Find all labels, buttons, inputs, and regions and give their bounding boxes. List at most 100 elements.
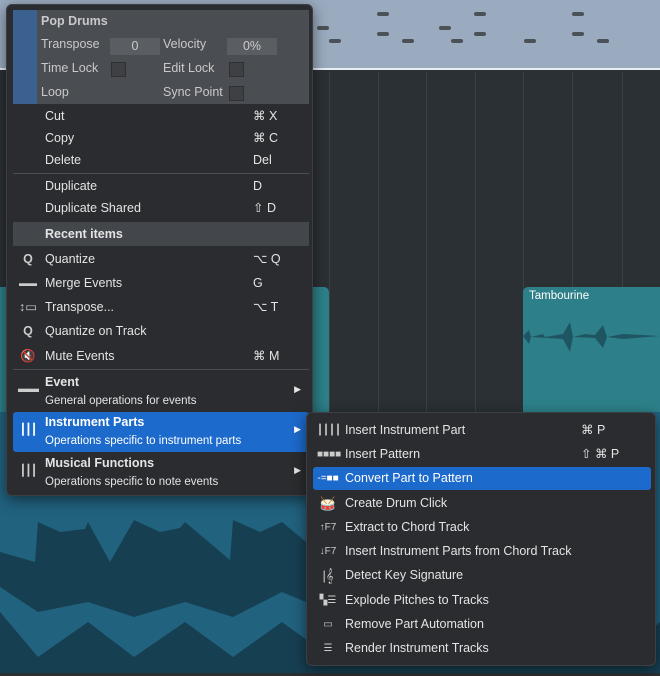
menu-item-quantize[interactable]: Q Quantize ⌥ Q xyxy=(13,248,309,270)
menu-item-duplicate[interactable]: Duplicate D xyxy=(13,175,309,197)
item-label: Duplicate Shared xyxy=(45,201,141,215)
submenu-item-convert-part-to-pattern[interactable]: -=■■ Convert Part to Pattern xyxy=(313,467,651,490)
chevron-right-icon: ▶ xyxy=(294,384,301,394)
transpose-field[interactable]: 0 xyxy=(110,38,160,55)
event-inspector-header: Pop Drums Transpose 0 Velocity 0% Time L… xyxy=(13,10,309,104)
item-shortcut: ⌘ P xyxy=(581,423,606,437)
context-menu: Pop Drums Transpose 0 Velocity 0% Time L… xyxy=(6,4,313,496)
mute-icon: 🔇 xyxy=(20,349,36,363)
musical-functions-icon: ┃┃┃ xyxy=(19,465,38,477)
quantize-icon: Q xyxy=(23,252,33,266)
item-label: Copy xyxy=(45,131,75,145)
item-shortcut: ⌥ Q xyxy=(253,252,281,266)
separator xyxy=(13,173,309,174)
submenu-item-detect-key-signature[interactable]: |𝄞 Detect Key Signature xyxy=(313,564,651,587)
recent-items-header: Recent items xyxy=(13,222,309,246)
item-label: Remove Part Automation xyxy=(345,617,484,631)
event-name: Pop Drums xyxy=(41,14,108,28)
group-subtitle: General operations for events xyxy=(45,395,197,407)
item-shortcut: G xyxy=(253,276,263,290)
instrument-parts-submenu: ┃┃┃┃ Insert Instrument Part ⌘ P ■■■■ Insert… xyxy=(306,412,656,666)
group-title: Instrument Parts xyxy=(45,415,145,429)
menu-item-merge-events[interactable]: ▬▬ Merge Events G xyxy=(13,272,309,294)
sync-point-checkbox[interactable] xyxy=(229,86,244,101)
velocity-label: Velocity xyxy=(163,37,207,51)
menu-group-event[interactable]: ▬▬ Event General operations for events ▶ xyxy=(13,372,309,412)
menu-item-quantize-on-track[interactable]: Q Quantize on Track xyxy=(13,320,309,342)
item-label: Insert Instrument Part xyxy=(345,423,466,437)
menu-item-cut[interactable]: Cut ⌘ X xyxy=(13,105,309,127)
item-label: Quantize on Track xyxy=(45,324,147,338)
item-label: Delete xyxy=(45,153,82,167)
convert-pattern-icon: -=■■ xyxy=(317,473,339,484)
menu-item-duplicate-shared[interactable]: Duplicate Shared ⇧ D xyxy=(13,197,309,219)
item-shortcut: Del xyxy=(253,153,272,167)
edit-lock-checkbox[interactable] xyxy=(229,62,244,77)
explode-icon: ▚☰ xyxy=(319,595,337,606)
menu-group-musical-functions[interactable]: ┃┃┃ Musical Functions Operations specific … xyxy=(13,453,309,493)
item-label: Quantize xyxy=(45,252,96,266)
submenu-item-render-instrument-tracks[interactable]: ☰ Render Instrument Tracks xyxy=(313,637,651,660)
item-label: Render Instrument Tracks xyxy=(345,641,489,655)
item-shortcut: ⇧ ⌘ P xyxy=(581,447,620,461)
chord-insert-icon: ↓F7 xyxy=(319,546,337,557)
submenu-item-explode-pitches[interactable]: ▚☰ Explode Pitches to Tracks xyxy=(313,589,651,612)
item-label: Extract to Chord Track xyxy=(345,520,470,534)
submenu-item-insert-pattern[interactable]: ■■■■ Insert Pattern ⇧ ⌘ P xyxy=(313,443,651,466)
menu-item-delete[interactable]: Delete Del xyxy=(13,149,309,171)
submenu-item-insert-from-chord-track[interactable]: ↓F7 Insert Instrument Parts from Chord Tr… xyxy=(313,540,651,563)
group-title: Event xyxy=(45,375,80,389)
event-title: Tambourine xyxy=(529,290,590,302)
item-shortcut: ⌘ X xyxy=(253,109,278,123)
item-shortcut: ⌘ C xyxy=(253,131,278,145)
time-lock-label: Time Lock xyxy=(41,61,99,75)
item-shortcut: ⌥ T xyxy=(253,300,279,314)
menu-group-instrument-parts[interactable]: ┃┃┃ Instrument Parts Operations specific t… xyxy=(13,412,309,452)
item-label: Convert Part to Pattern xyxy=(345,471,473,485)
item-label: Detect Key Signature xyxy=(345,568,464,582)
separator xyxy=(13,369,309,370)
item-label: Create Drum Click xyxy=(345,496,448,510)
tambourine-event[interactable]: Tambourine xyxy=(523,287,660,412)
submenu-item-extract-to-chord-track[interactable]: ↑F7 Extract to Chord Track xyxy=(313,516,651,539)
submenu-item-remove-part-automation[interactable]: ▭ Remove Part Automation xyxy=(313,613,651,636)
merge-icon: ▬▬ xyxy=(19,278,37,288)
submenu-item-create-drum-click[interactable]: 🥁 Create Drum Click xyxy=(313,492,651,515)
quantize-icon: Q xyxy=(23,324,33,338)
edit-lock-label: Edit Lock xyxy=(163,61,215,75)
keyboard-icon: ┃┃┃┃ xyxy=(317,425,342,436)
chord-extract-icon: ↑F7 xyxy=(319,522,337,533)
velocity-field[interactable]: 0% xyxy=(227,38,277,55)
render-icon: ☰ xyxy=(323,643,333,654)
item-label: Explode Pitches to Tracks xyxy=(345,593,489,607)
menu-item-transpose[interactable]: ↕▭ Transpose... ⌥ T xyxy=(13,296,309,318)
transpose-icon: ↕▭ xyxy=(18,300,38,314)
item-shortcut: D xyxy=(253,179,263,193)
event-icon: ▬▬ xyxy=(18,383,39,395)
pattern-icon: ■■■■ xyxy=(317,449,342,460)
item-label: Transpose... xyxy=(45,300,115,314)
transpose-label: Transpose xyxy=(41,37,100,51)
item-label: Mute Events xyxy=(45,349,115,363)
instrument-parts-icon: ┃┃┃ xyxy=(19,424,38,436)
item-label: Insert Pattern xyxy=(345,447,421,461)
chevron-right-icon: ▶ xyxy=(294,424,301,434)
menu-item-copy[interactable]: Copy ⌘ C xyxy=(13,127,309,149)
menu-item-mute-events[interactable]: 🔇 Mute Events ⌘ M xyxy=(13,345,309,367)
submenu-item-insert-instrument-part[interactable]: ┃┃┃┃ Insert Instrument Part ⌘ P xyxy=(313,419,651,442)
chevron-right-icon: ▶ xyxy=(294,465,301,475)
item-label: Insert Instrument Parts from Chord Track xyxy=(345,544,572,558)
tambourine-waveform xyxy=(523,322,660,352)
group-title: Musical Functions xyxy=(45,456,155,470)
item-shortcut: ⌘ M xyxy=(253,349,280,363)
item-label: Cut xyxy=(45,109,65,123)
sync-point-label: Sync Point xyxy=(163,85,223,99)
loop-label: Loop xyxy=(41,85,69,99)
item-label: Duplicate xyxy=(45,179,98,193)
drum-icon: 🥁 xyxy=(319,496,337,511)
automation-icon: ▭ xyxy=(323,619,333,630)
group-subtitle: Operations specific to note events xyxy=(45,476,219,488)
time-lock-checkbox[interactable] xyxy=(111,62,126,77)
event-color-stripe xyxy=(13,10,37,104)
group-subtitle: Operations specific to instrument parts xyxy=(45,435,242,447)
